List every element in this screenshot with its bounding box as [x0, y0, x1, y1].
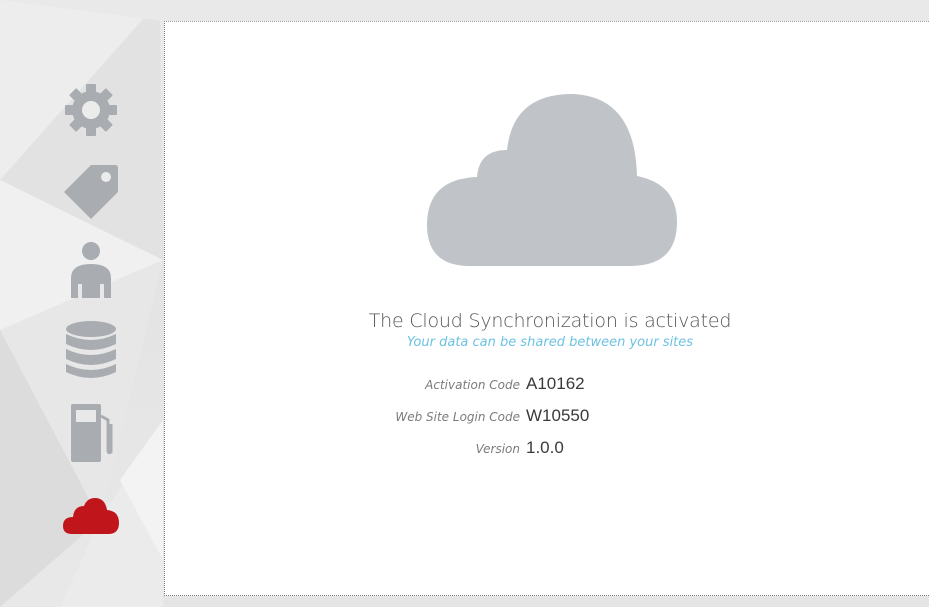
cloud-icon [63, 498, 119, 534]
version-row: Version 1.0.0 [165, 438, 929, 462]
login-code-label: Web Site Login Code [395, 410, 520, 424]
login-code-value: W10550 [526, 406, 590, 425]
sidebar-nav [0, 0, 163, 607]
login-code-row: Web Site Login Code W10550 [165, 406, 929, 430]
nav-item-fuel[interactable] [60, 402, 122, 464]
version-label: Version [475, 442, 520, 456]
activation-code-value: A10162 [526, 374, 585, 393]
database-icon [66, 321, 116, 378]
gear-icon [65, 84, 117, 136]
nav-item-users[interactable] [60, 238, 122, 300]
activation-code-row: Activation Code A10162 [165, 374, 929, 398]
fuel-pump-icon [71, 404, 113, 462]
nav-item-tags[interactable] [60, 160, 122, 222]
nav-item-cloud[interactable] [60, 485, 122, 547]
version-value: 1.0.0 [526, 438, 564, 457]
status-title: The Cloud Synchronization is activated [368, 310, 732, 332]
cloud-icon [427, 94, 677, 266]
main-panel: The Cloud Synchronization is activated Y… [164, 21, 929, 596]
tag-icon [64, 165, 118, 219]
nav-item-database[interactable] [60, 320, 122, 382]
status-subtitle: Your data can be shared between your sit… [406, 335, 694, 350]
activation-code-label: Activation Code [425, 378, 520, 392]
nav-item-settings[interactable] [60, 79, 122, 141]
user-icon [71, 242, 111, 298]
